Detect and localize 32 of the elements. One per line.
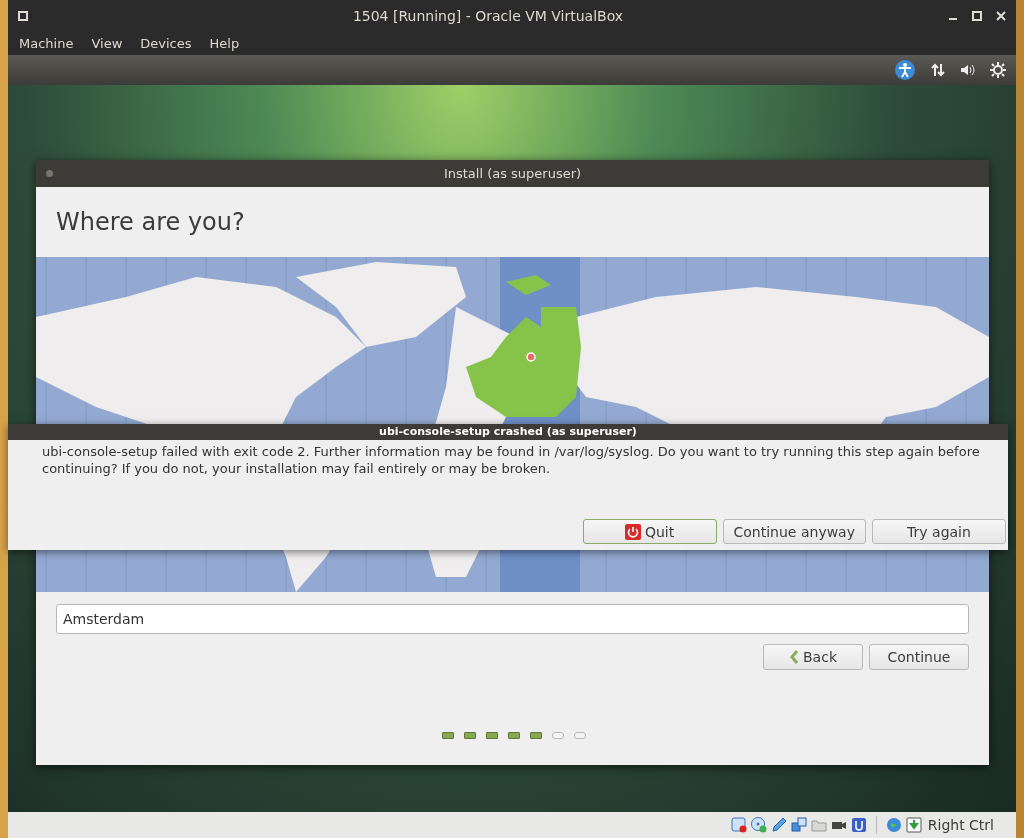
dialog-button[interactable]: Try again	[872, 519, 1006, 544]
network-icon[interactable]	[790, 817, 807, 833]
menu-item[interactable]: Machine	[12, 34, 81, 53]
usb-icon[interactable]	[850, 817, 867, 833]
volume-icon[interactable]	[960, 62, 976, 78]
menu-item[interactable]: View	[84, 34, 130, 53]
page-heading: Where are you?	[55, 207, 246, 238]
menu-item[interactable]: Help	[202, 34, 247, 53]
host-key-label: Right Ctrl	[927, 817, 994, 833]
network-arrows-icon[interactable]	[930, 62, 946, 78]
chevron-left-icon	[789, 650, 799, 664]
window-dot-icon[interactable]	[46, 170, 53, 177]
error-message: ubi-console-setup failed with exit code 2. Further information may be found in /var/log/syslog. Do you want to try running this step again before continuing? If you do not, your installation may fail entirely or may be broken.	[42, 443, 981, 477]
mouse-integration-icon[interactable]	[885, 817, 902, 833]
dialog-button[interactable]: Continue anyway	[722, 519, 866, 544]
quit-button[interactable]: Quit	[582, 519, 717, 544]
dialog-title: ubi-console-setup crashed (as superuser)	[8, 424, 1008, 440]
settings-icon[interactable]	[990, 62, 1006, 78]
window-menu-icon[interactable]	[18, 11, 28, 21]
installer-title: Install (as superuser)	[36, 160, 989, 187]
optical-disc-icon[interactable]	[750, 817, 767, 833]
power-icon	[624, 523, 641, 540]
continue-button[interactable]: Continue	[869, 644, 969, 670]
menu-item[interactable]: Devices	[133, 34, 199, 53]
maximize-icon[interactable]	[972, 11, 982, 21]
keyboard-capture-icon[interactable]	[905, 817, 922, 833]
accessibility-icon[interactable]	[894, 59, 916, 81]
back-button[interactable]: Back	[763, 644, 863, 670]
window-title: 1504 [Running] - Oracle VM VirtualBox	[351, 8, 625, 24]
close-icon[interactable]	[996, 11, 1006, 21]
pen-icon[interactable]	[770, 817, 787, 833]
location-field[interactable]: Amsterdam	[56, 604, 969, 634]
